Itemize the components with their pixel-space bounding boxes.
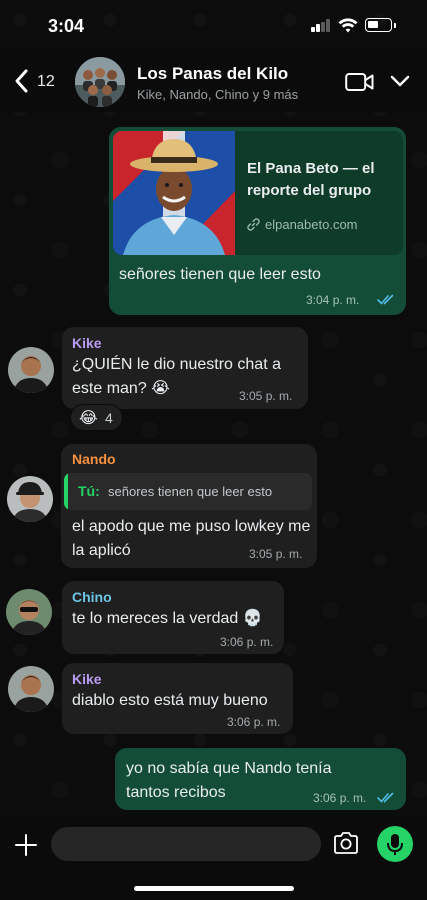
camera-icon[interactable] (333, 832, 359, 854)
home-indicator (134, 886, 294, 891)
plus-icon[interactable] (15, 834, 37, 856)
microphone-icon (387, 834, 403, 855)
message-time: 3:06 p. m. (220, 635, 274, 649)
link-preview-title: El Pana Beto — el reporte del grupo (247, 160, 375, 199)
group-avatar[interactable] (75, 57, 125, 107)
message-time: 3:06 p. m. (227, 715, 281, 729)
message-text: diablo esto está muy bueno (72, 692, 268, 709)
message-input[interactable] (51, 827, 321, 861)
chino-avatar[interactable] (6, 589, 52, 635)
signal-icon (311, 19, 331, 32)
kike-avatar[interactable] (8, 347, 54, 393)
video-call-icon[interactable] (345, 71, 374, 93)
message-text: señores tienen que leer esto (119, 266, 321, 283)
message-time: 3:04 p. m. (306, 293, 360, 307)
quoted-reply[interactable]: Tú: señores tienen que leer esto (64, 473, 312, 510)
status-time: 3:04 (48, 16, 85, 36)
back-chevron-icon[interactable] (12, 68, 32, 94)
microphone-button[interactable] (377, 826, 413, 862)
wifi-icon (338, 18, 358, 33)
message-text: te lo mereces la verdad 💀 (72, 610, 263, 627)
link-preview-image (113, 131, 235, 255)
chat-header: 12 Los Panas del Kilo Kike, Nando, Chino… (0, 52, 427, 112)
message-time: 3:05 p. m. (249, 547, 303, 561)
message-time: 3:06 p. m. (313, 791, 367, 805)
link-preview-domain: elpanabeto.com (265, 217, 358, 232)
message-time: 3:05 p. m. (239, 389, 293, 403)
sender-name[interactable]: Chino (72, 589, 112, 605)
kike-avatar[interactable] (8, 666, 54, 712)
chevron-down-icon[interactable] (390, 74, 410, 88)
link-preview-card[interactable]: El Pana Beto — el reporte del grupo elpa… (113, 131, 403, 255)
status-bar: 3:04 (0, 0, 427, 52)
reaction-emoji: 😂 (79, 410, 98, 427)
group-name[interactable]: Los Panas del Kilo (137, 64, 288, 84)
group-members[interactable]: Kike, Nando, Chino y 9 más (137, 87, 298, 102)
quote-text: señores tienen que leer esto (108, 484, 273, 499)
double-check-icon (377, 792, 394, 803)
sender-name[interactable]: Kike (72, 335, 102, 351)
message-reaction[interactable]: 😂 4 (70, 404, 123, 431)
double-check-icon (377, 294, 394, 305)
sender-name[interactable]: Kike (72, 671, 102, 687)
unread-count[interactable]: 12 (37, 73, 55, 91)
quote-bar (64, 473, 68, 510)
sender-name[interactable]: Nando (72, 451, 116, 467)
battery-icon (365, 18, 396, 32)
reaction-count: 4 (105, 410, 113, 426)
quote-sender: Tú: (78, 483, 100, 499)
link-icon (247, 218, 260, 231)
nando-avatar[interactable] (7, 476, 53, 522)
